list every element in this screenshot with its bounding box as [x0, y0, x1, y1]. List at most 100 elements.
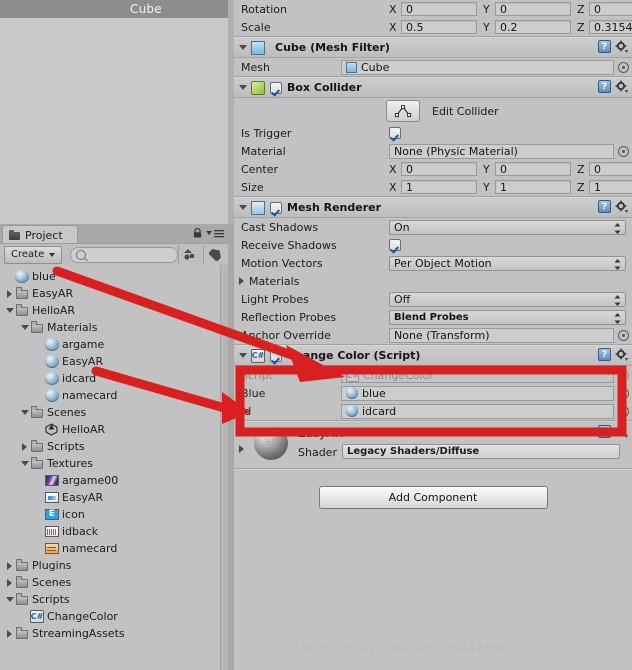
gear-icon[interactable] — [615, 425, 628, 438]
component-header-mesh-filter[interactable]: Cube (Mesh Filter) ? — [234, 37, 632, 58]
is-trigger-checkbox[interactable] — [389, 127, 401, 139]
scale-x[interactable]: X 0.5 — [389, 20, 477, 34]
object-picker-icon[interactable] — [618, 61, 629, 73]
project-tree-item[interactable]: Eicon — [0, 506, 221, 523]
project-tree-item[interactable]: Scenes — [0, 404, 221, 421]
help-icon[interactable]: ? — [598, 348, 611, 361]
project-tree-item[interactable]: EasyAR — [0, 353, 221, 370]
change-color-enabled-checkbox[interactable] — [270, 349, 282, 362]
chevron-right-icon[interactable] — [4, 577, 15, 588]
component-header-mesh-renderer[interactable]: Mesh Renderer ? — [234, 197, 632, 218]
filter-by-type-button[interactable] — [178, 245, 203, 264]
project-tree-item[interactable]: Textures — [0, 455, 221, 472]
add-component-button[interactable]: Add Component — [318, 485, 548, 509]
scale-z[interactable]: Z 0.3154205 — [577, 20, 632, 34]
project-tree-item[interactable]: Scripts — [0, 591, 221, 608]
rotation-y-input[interactable]: 0 — [495, 2, 571, 16]
object-picker-icon[interactable] — [618, 145, 629, 157]
chevron-down-icon[interactable] — [19, 322, 30, 333]
size-y[interactable]: Y 1 — [483, 180, 571, 194]
help-icon[interactable]: ? — [598, 200, 611, 213]
size-x[interactable]: X 1 — [389, 180, 477, 194]
panel-menu-icon[interactable] — [206, 229, 224, 238]
chevron-right-icon[interactable] — [4, 628, 15, 639]
project-tree-item[interactable]: namecard — [0, 540, 221, 557]
box-collider-enabled-checkbox[interactable] — [270, 81, 282, 94]
gear-icon[interactable] — [615, 348, 628, 361]
foldout-arrow-icon[interactable] — [239, 445, 244, 453]
gear-icon[interactable] — [615, 40, 628, 53]
light-probes-dropdown[interactable]: Off — [389, 291, 626, 307]
project-tree-item[interactable]: HelloAR — [0, 302, 221, 319]
scale-y-input[interactable]: 0.2 — [495, 20, 571, 34]
size-z-input[interactable]: 1 — [589, 180, 632, 194]
hierarchy-item-cube[interactable]: Cube — [0, 0, 228, 18]
help-icon[interactable]: ? — [598, 425, 611, 438]
scale-x-input[interactable]: 0.5 — [401, 20, 477, 34]
foldout-arrow-icon[interactable] — [239, 45, 247, 50]
project-tree-item[interactable]: Plugins — [0, 557, 221, 574]
project-tree-item[interactable]: EasyAR — [0, 285, 221, 302]
gear-icon[interactable] — [615, 80, 628, 93]
size-x-input[interactable]: 1 — [401, 180, 477, 194]
chevron-right-icon[interactable] — [4, 288, 15, 299]
chevron-down-icon[interactable] — [4, 305, 15, 316]
center-x-input[interactable]: 0 — [401, 162, 477, 176]
project-tree-item[interactable]: HelloAR — [0, 421, 221, 438]
blue-object-field[interactable]: blue — [341, 385, 614, 401]
create-button[interactable]: Create — [4, 245, 63, 264]
scale-z-input[interactable]: 0.3154205 — [589, 20, 632, 34]
materials-row[interactable]: Materials — [234, 272, 632, 290]
chevron-down-icon[interactable] — [4, 594, 15, 605]
object-picker-icon[interactable] — [618, 387, 629, 399]
material-preview[interactable]: ЭЯ — [254, 426, 288, 460]
help-icon[interactable]: ? — [598, 40, 611, 53]
lock-icon[interactable] — [193, 228, 202, 238]
project-tree-item[interactable]: idback — [0, 523, 221, 540]
mesh-object-field[interactable]: Cube — [341, 59, 614, 75]
chevron-right-icon[interactable] — [4, 560, 15, 571]
size-z[interactable]: Z 1 — [577, 180, 632, 194]
project-tree-item[interactable]: idcard — [0, 370, 221, 387]
reflection-probes-dropdown[interactable]: Blend Probes — [389, 309, 626, 325]
project-scrollbar[interactable] — [220, 265, 228, 670]
project-tree-item[interactable]: EasyAR — [0, 489, 221, 506]
project-asset-tree[interactable]: blue EasyAR HelloAR Materials argame EasyAR id… — [0, 265, 221, 670]
rotation-z[interactable]: Z 0 — [577, 2, 632, 16]
motion-vectors-dropdown[interactable]: Per Object Motion — [389, 255, 626, 271]
project-tree-item[interactable]: StreamingAssets — [0, 625, 221, 642]
size-y-input[interactable]: 1 — [495, 180, 571, 194]
project-tree-item[interactable]: namecard — [0, 387, 221, 404]
receive-shadows-checkbox[interactable] — [389, 239, 401, 251]
rotation-y[interactable]: Y 0 — [483, 2, 571, 16]
scale-y[interactable]: Y 0.2 — [483, 20, 571, 34]
edit-collider-button[interactable] — [386, 100, 420, 122]
object-picker-icon[interactable] — [618, 329, 629, 341]
tab-project[interactable]: Project — [2, 225, 78, 244]
object-picker-icon[interactable] — [618, 405, 629, 417]
project-tree-item[interactable]: argame — [0, 336, 221, 353]
mesh-renderer-enabled-checkbox[interactable] — [270, 201, 282, 214]
filter-by-label-button[interactable] — [203, 245, 228, 264]
help-icon[interactable]: ? — [598, 80, 611, 93]
rotation-x[interactable]: X 0 — [389, 2, 477, 16]
foldout-arrow-icon[interactable] — [239, 277, 244, 285]
anchor-override-object-field[interactable]: None (Transform) — [389, 327, 614, 343]
id-object-field[interactable]: idcard — [341, 403, 614, 419]
project-tree-item[interactable]: argame00 — [0, 472, 221, 489]
center-z[interactable]: Z 0 — [577, 162, 632, 176]
project-tree-item[interactable]: blue — [0, 268, 221, 285]
foldout-arrow-icon[interactable] — [239, 353, 247, 358]
cast-shadows-dropdown[interactable]: On — [389, 219, 626, 235]
project-tree-item[interactable]: C# ChangeColor — [0, 608, 221, 625]
chevron-down-icon[interactable] — [19, 407, 30, 418]
project-tree-item[interactable]: Scenes — [0, 574, 221, 591]
component-header-change-color[interactable]: C# Change Color (Script) ? — [234, 345, 632, 366]
center-x[interactable]: X 0 — [389, 162, 477, 176]
shader-dropdown[interactable]: Legacy Shaders/Diffuse — [342, 444, 620, 459]
gear-icon[interactable] — [615, 200, 628, 213]
project-tree-item[interactable]: Materials — [0, 319, 221, 336]
chevron-right-icon[interactable] — [19, 441, 30, 452]
foldout-arrow-icon[interactable] — [239, 85, 247, 90]
chevron-down-icon[interactable] — [19, 458, 30, 469]
